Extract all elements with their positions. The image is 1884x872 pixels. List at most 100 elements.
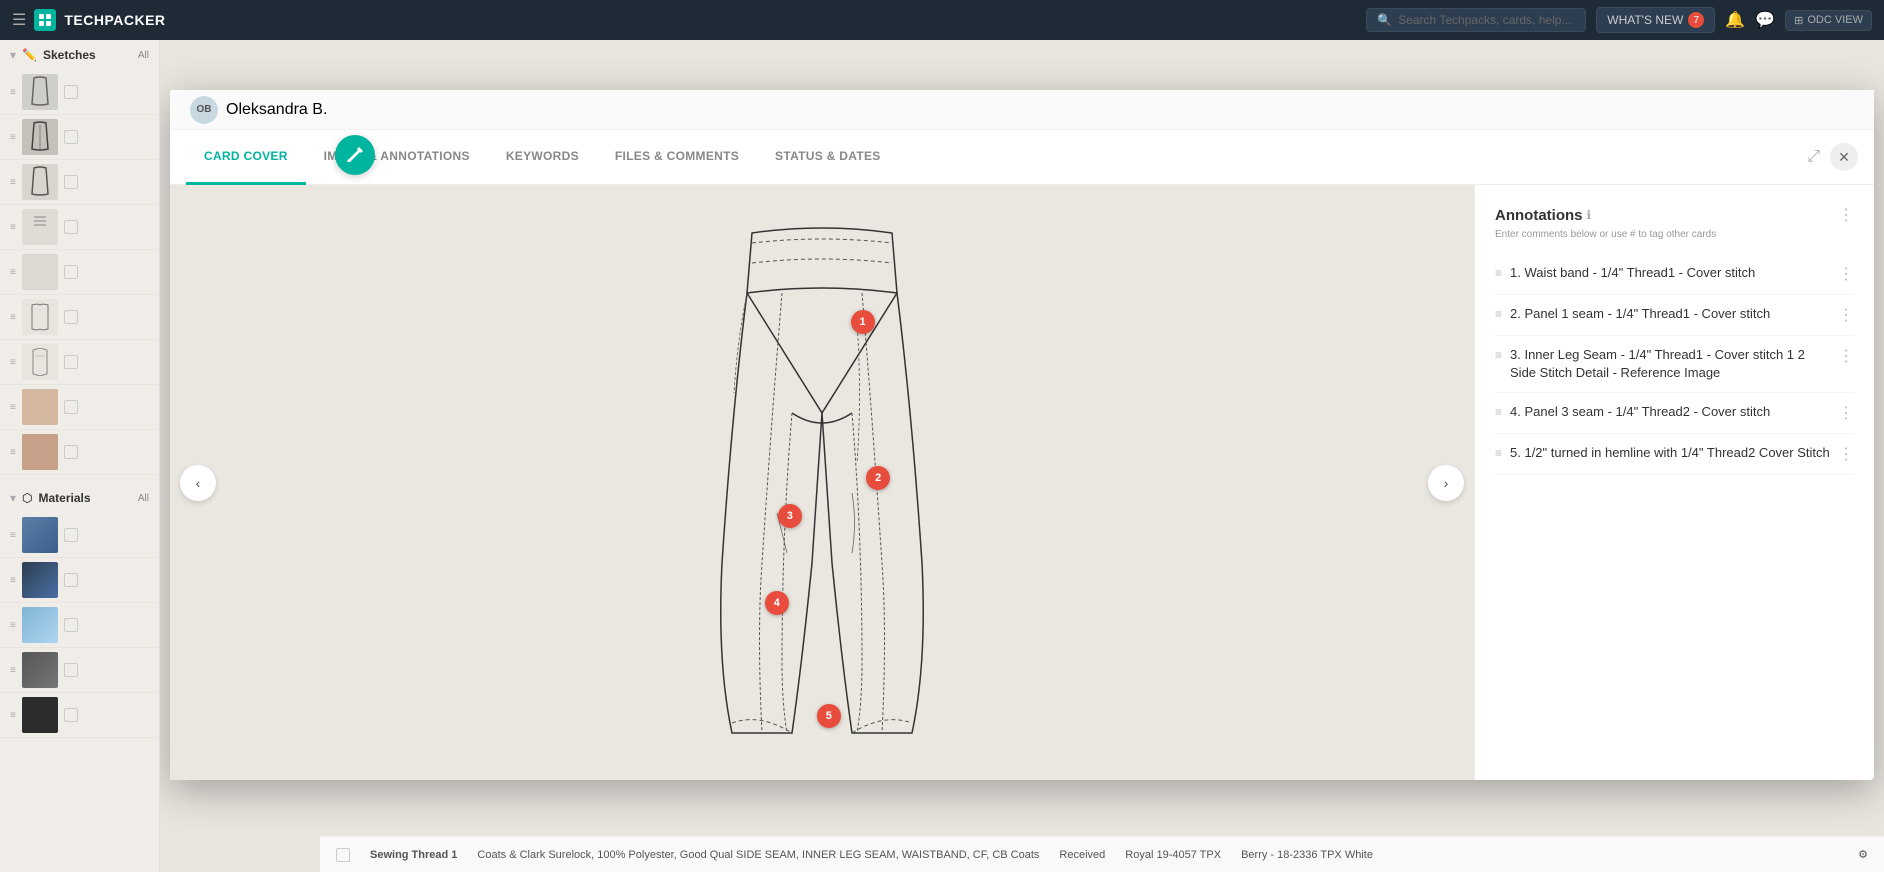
top-bar-left: ☰ TECHPACKER: [12, 9, 166, 31]
sketch-checkbox-5[interactable]: [64, 265, 78, 279]
sketches-section-header[interactable]: ▾ ✏️ Sketches All: [0, 40, 159, 70]
cube-icon: ⬡: [22, 491, 32, 505]
tab-image-annotations[interactable]: IMAGE & ANNOTATIONS: [306, 130, 488, 185]
odc-view-button[interactable]: ⊞ ODC VIEW: [1785, 10, 1872, 31]
sketch-item-6[interactable]: ≡: [0, 295, 159, 340]
annotations-info: Enter comments below or use # to tag oth…: [1495, 229, 1854, 240]
tab-status-dates[interactable]: STATUS & DATES: [757, 130, 899, 185]
sketch-item-5[interactable]: ≡: [0, 250, 159, 295]
material-thumbnail-4: [22, 652, 58, 688]
sketch-item-3[interactable]: ≡: [0, 160, 159, 205]
whats-new-button[interactable]: WHAT'S NEW 7: [1596, 7, 1715, 33]
annotation-2-menu[interactable]: ⋮: [1838, 305, 1854, 325]
drag-icon: ≡: [10, 357, 16, 368]
drag-handle-icon: ≡: [1495, 446, 1502, 460]
sketch-checkbox-6[interactable]: [64, 310, 78, 324]
modal-tab-bar: CARD COVER IMAGE & ANNOTATIONS KEYWORDS …: [170, 130, 1874, 185]
status-item-1-desc: Coats & Clark Surelock, 100% Polyester, …: [477, 849, 1039, 861]
next-nav-arrow[interactable]: ›: [1428, 465, 1464, 501]
material-item-2[interactable]: ≡: [0, 558, 159, 603]
annotation-dot-4[interactable]: 4: [765, 591, 789, 615]
material-checkbox-1[interactable]: [64, 528, 78, 542]
search-placeholder: Search Techpacks, cards, help...: [1398, 13, 1571, 27]
material-thumbnail-2: [22, 562, 58, 598]
sketch-checkbox-2[interactable]: [64, 130, 78, 144]
annotation-1-menu[interactable]: ⋮: [1838, 264, 1854, 284]
drag-icon: ≡: [10, 710, 16, 721]
materials-all: All: [138, 493, 149, 504]
materials-collapse-icon: ▾: [10, 491, 16, 505]
material-item-1[interactable]: ≡: [0, 513, 159, 558]
material-checkbox-5[interactable]: [64, 708, 78, 722]
sketch-checkbox-3[interactable]: [64, 175, 78, 189]
drag-handle-icon: ≡: [1495, 405, 1502, 419]
status-checkbox[interactable]: [336, 848, 350, 862]
sketch-item-8[interactable]: ≡: [0, 385, 159, 430]
sketch-checkbox-8[interactable]: [64, 400, 78, 414]
status-color-2: Berry - 18-2336 TPX White: [1241, 849, 1373, 861]
annotations-header: Annotations ℹ ⋮: [1495, 205, 1854, 225]
card-modal: OB Oleksandra B. CARD COVER IMAGE & ANNO…: [170, 90, 1874, 780]
material-item-3[interactable]: ≡: [0, 603, 159, 648]
annotation-text-3: 3. Inner Leg Seam - 1/4" Thread1 - Cover…: [1510, 346, 1830, 382]
settings-icon[interactable]: ⚙: [1858, 848, 1868, 861]
status-bar: Sewing Thread 1 Coats & Clark Surelock, …: [320, 836, 1884, 872]
edit-fab-button[interactable]: [335, 135, 375, 175]
chat-icon[interactable]: 💬: [1755, 10, 1775, 30]
material-checkbox-3[interactable]: [64, 618, 78, 632]
sketch-item-9[interactable]: ≡: [0, 430, 159, 475]
bell-icon[interactable]: 🔔: [1725, 10, 1745, 30]
annotations-help-icon[interactable]: ℹ: [1587, 208, 1592, 222]
status-color-1: Royal 19-4057 TPX: [1125, 849, 1221, 861]
annotation-item-3: ≡ 3. Inner Leg Seam - 1/4" Thread1 - Cov…: [1495, 336, 1854, 393]
status-received: Received: [1059, 849, 1105, 861]
drag-icon: ≡: [10, 177, 16, 188]
drag-icon: ≡: [10, 402, 16, 413]
modal-close-button[interactable]: ✕: [1830, 143, 1858, 171]
sketch-thumbnail-8: [22, 389, 58, 425]
annotation-item-1: ≡ 1. Waist band - 1/4" Thread1 - Cover s…: [1495, 254, 1854, 295]
sketch-item-1[interactable]: ≡: [0, 70, 159, 115]
logo-icon: [34, 9, 56, 31]
materials-label: Materials: [39, 491, 91, 505]
drag-icon: ≡: [10, 620, 16, 631]
annotation-dot-3[interactable]: 3: [778, 504, 802, 528]
annotation-4-menu[interactable]: ⋮: [1838, 403, 1854, 423]
sketch-checkbox-7[interactable]: [64, 355, 78, 369]
annotation-item-4: ≡ 4. Panel 3 seam - 1/4" Thread2 - Cover…: [1495, 393, 1854, 434]
expand-icon[interactable]: ⤢: [1807, 148, 1820, 166]
sketch-item-2[interactable]: ≡: [0, 115, 159, 160]
user-name: Oleksandra B.: [226, 101, 327, 119]
sketch-thumbnail-4: [22, 209, 58, 245]
sketch-thumbnail-1: [22, 74, 58, 110]
materials-section-header[interactable]: ▾ ⬡ Materials All: [0, 483, 159, 513]
annotations-options-menu[interactable]: ⋮: [1838, 205, 1854, 225]
material-item-4[interactable]: ≡: [0, 648, 159, 693]
garment-container: 1 2 3 4 5: [692, 213, 952, 753]
sketch-thumbnail-2: [22, 119, 58, 155]
modal-body: ‹ ›: [170, 185, 1874, 780]
annotation-item-2: ≡ 2. Panel 1 seam - 1/4" Thread1 - Cover…: [1495, 295, 1854, 336]
material-item-5[interactable]: ≡: [0, 693, 159, 738]
annotation-dot-5[interactable]: 5: [817, 704, 841, 728]
modal-tab-icons: ⤢ ✕: [1807, 143, 1858, 171]
top-nav-bar: ☰ TECHPACKER 🔍 Search Techpacks, cards, …: [0, 0, 1884, 40]
annotation-text-5: 5. 1/2" turned in hemline with 1/4" Thre…: [1510, 444, 1830, 462]
material-thumbnail-3: [22, 607, 58, 643]
tab-card-cover[interactable]: CARD COVER: [186, 130, 306, 185]
material-checkbox-4[interactable]: [64, 663, 78, 677]
annotation-3-menu[interactable]: ⋮: [1838, 346, 1854, 366]
tab-keywords[interactable]: KEYWORDS: [488, 130, 597, 185]
sketch-item-7[interactable]: ≡: [0, 340, 159, 385]
hamburger-icon[interactable]: ☰: [12, 10, 26, 30]
sketch-checkbox-1[interactable]: [64, 85, 78, 99]
sketch-checkbox-4[interactable]: [64, 220, 78, 234]
tab-files-comments[interactable]: FILES & COMMENTS: [597, 130, 757, 185]
search-bar[interactable]: 🔍 Search Techpacks, cards, help...: [1366, 8, 1586, 32]
prev-nav-arrow[interactable]: ‹: [180, 465, 216, 501]
annotation-5-menu[interactable]: ⋮: [1838, 444, 1854, 464]
material-checkbox-2[interactable]: [64, 573, 78, 587]
sketch-checkbox-9[interactable]: [64, 445, 78, 459]
annotation-dot-1[interactable]: 1: [851, 310, 875, 334]
sketch-item-4[interactable]: ≡: [0, 205, 159, 250]
